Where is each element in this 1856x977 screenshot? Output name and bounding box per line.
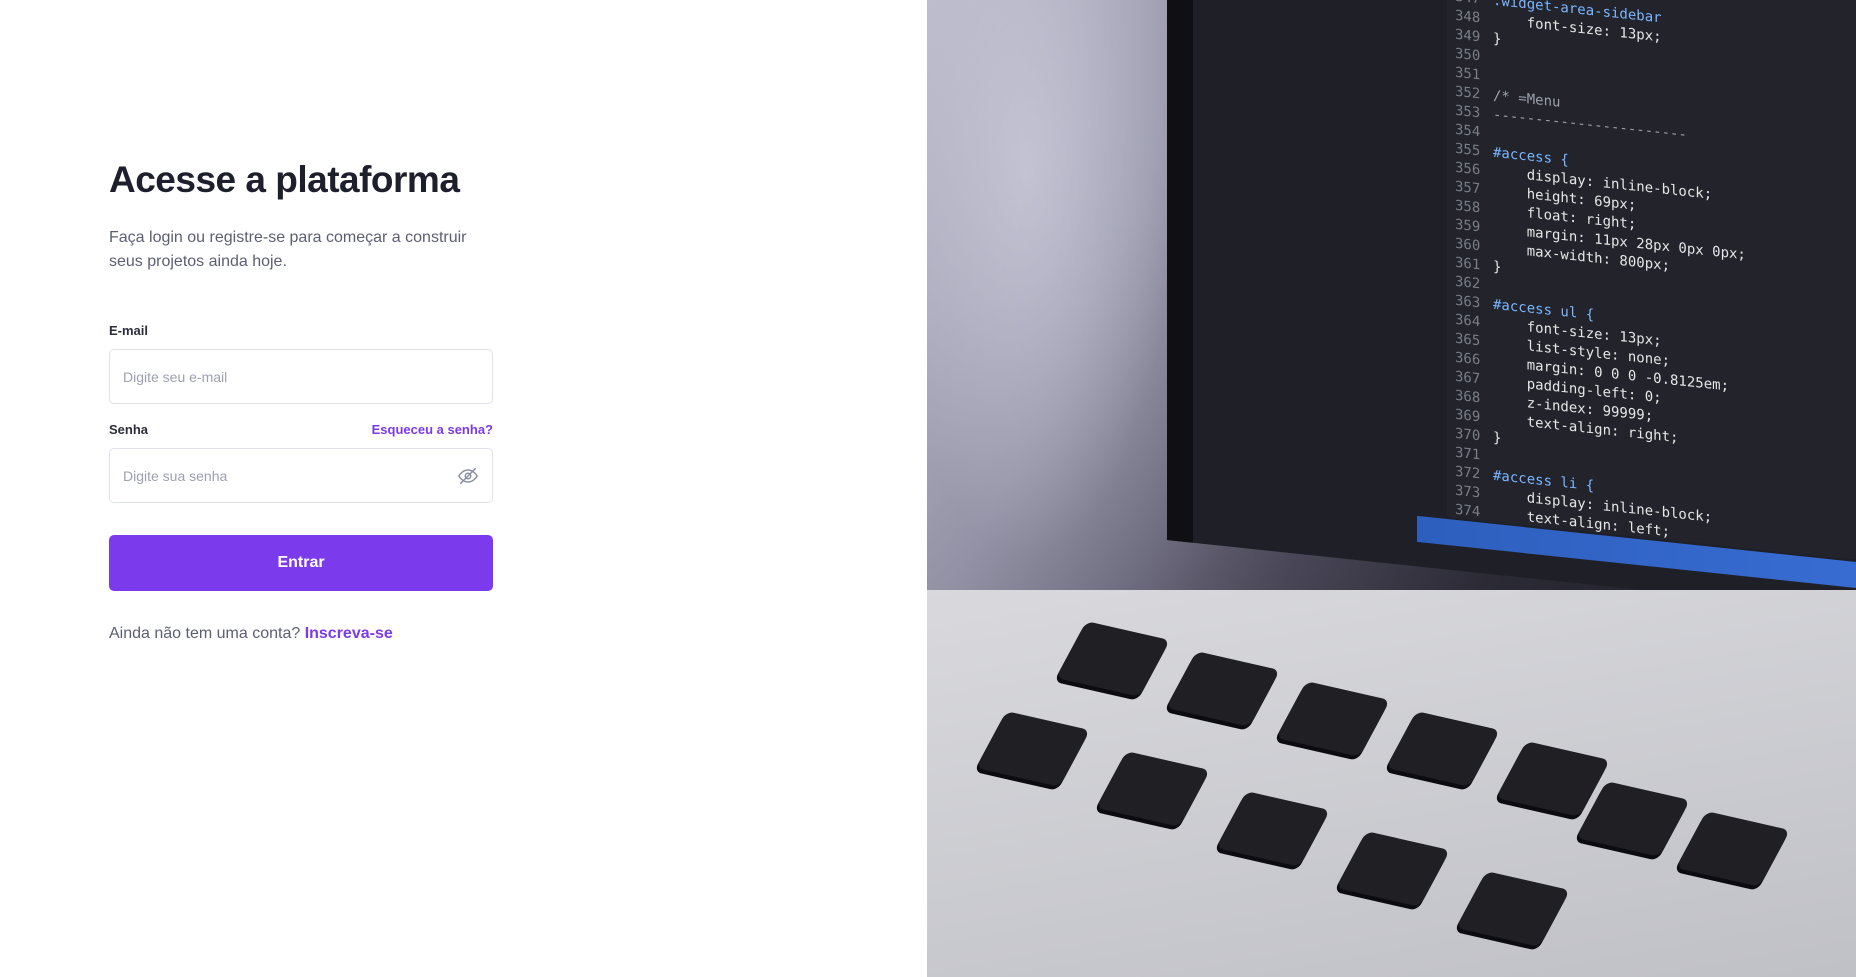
password-field[interactable] (123, 467, 457, 484)
login-panel: Acesse a plataforma Faça login ou regist… (0, 0, 927, 977)
background-glow (927, 0, 1177, 560)
code-editor-image: 347.widget-area-sidebar348 font-size: 13… (1447, 0, 1856, 564)
password-label-row: Senha Esqueceu a senha? (109, 422, 493, 437)
signup-prompt-text: Ainda não tem uma conta? (109, 625, 301, 642)
signup-link[interactable]: Inscreva-se (305, 625, 393, 642)
email-label-row: E-mail (109, 323, 493, 338)
page-subtitle: Faça login ou registre-se para começar a… (109, 229, 467, 270)
password-field-wrapper (109, 448, 493, 503)
keyboard-key (1385, 711, 1501, 787)
code-line-text: } (1493, 30, 1502, 48)
email-field[interactable] (123, 368, 479, 385)
forgot-password-link[interactable]: Esqueceu a senha? (372, 422, 493, 437)
keyboard-key (1575, 781, 1691, 857)
keyboard-key (1275, 681, 1391, 757)
password-label: Senha (109, 422, 149, 437)
email-label: E-mail (109, 323, 149, 338)
keyboard-key (1675, 811, 1791, 887)
keyboard-key (1215, 791, 1331, 867)
laptop-keyboard (927, 590, 1856, 977)
keyboard-key (1455, 871, 1571, 947)
keyboard-key (1095, 751, 1211, 827)
hero-image: 347.widget-area-sidebar348 font-size: 13… (927, 0, 1856, 977)
code-line-text: } (1493, 258, 1502, 276)
page-title: Acesse a plataforma (109, 159, 460, 200)
keyboard-key (1165, 651, 1281, 727)
submit-button[interactable]: Entrar (109, 535, 493, 591)
keyboard-key (975, 711, 1091, 787)
login-form: Acesse a plataforma Faça login ou regist… (109, 158, 493, 643)
keyboard-key (1055, 621, 1171, 697)
keyboard-key (1335, 831, 1451, 907)
signup-prompt: Ainda não tem uma conta? Inscreva-se (109, 625, 493, 643)
code-line-text: } (1493, 429, 1502, 447)
eye-off-icon[interactable] (457, 464, 479, 488)
login-page: Acesse a plataforma Faça login ou regist… (0, 0, 1856, 977)
email-field-wrapper (109, 349, 493, 404)
